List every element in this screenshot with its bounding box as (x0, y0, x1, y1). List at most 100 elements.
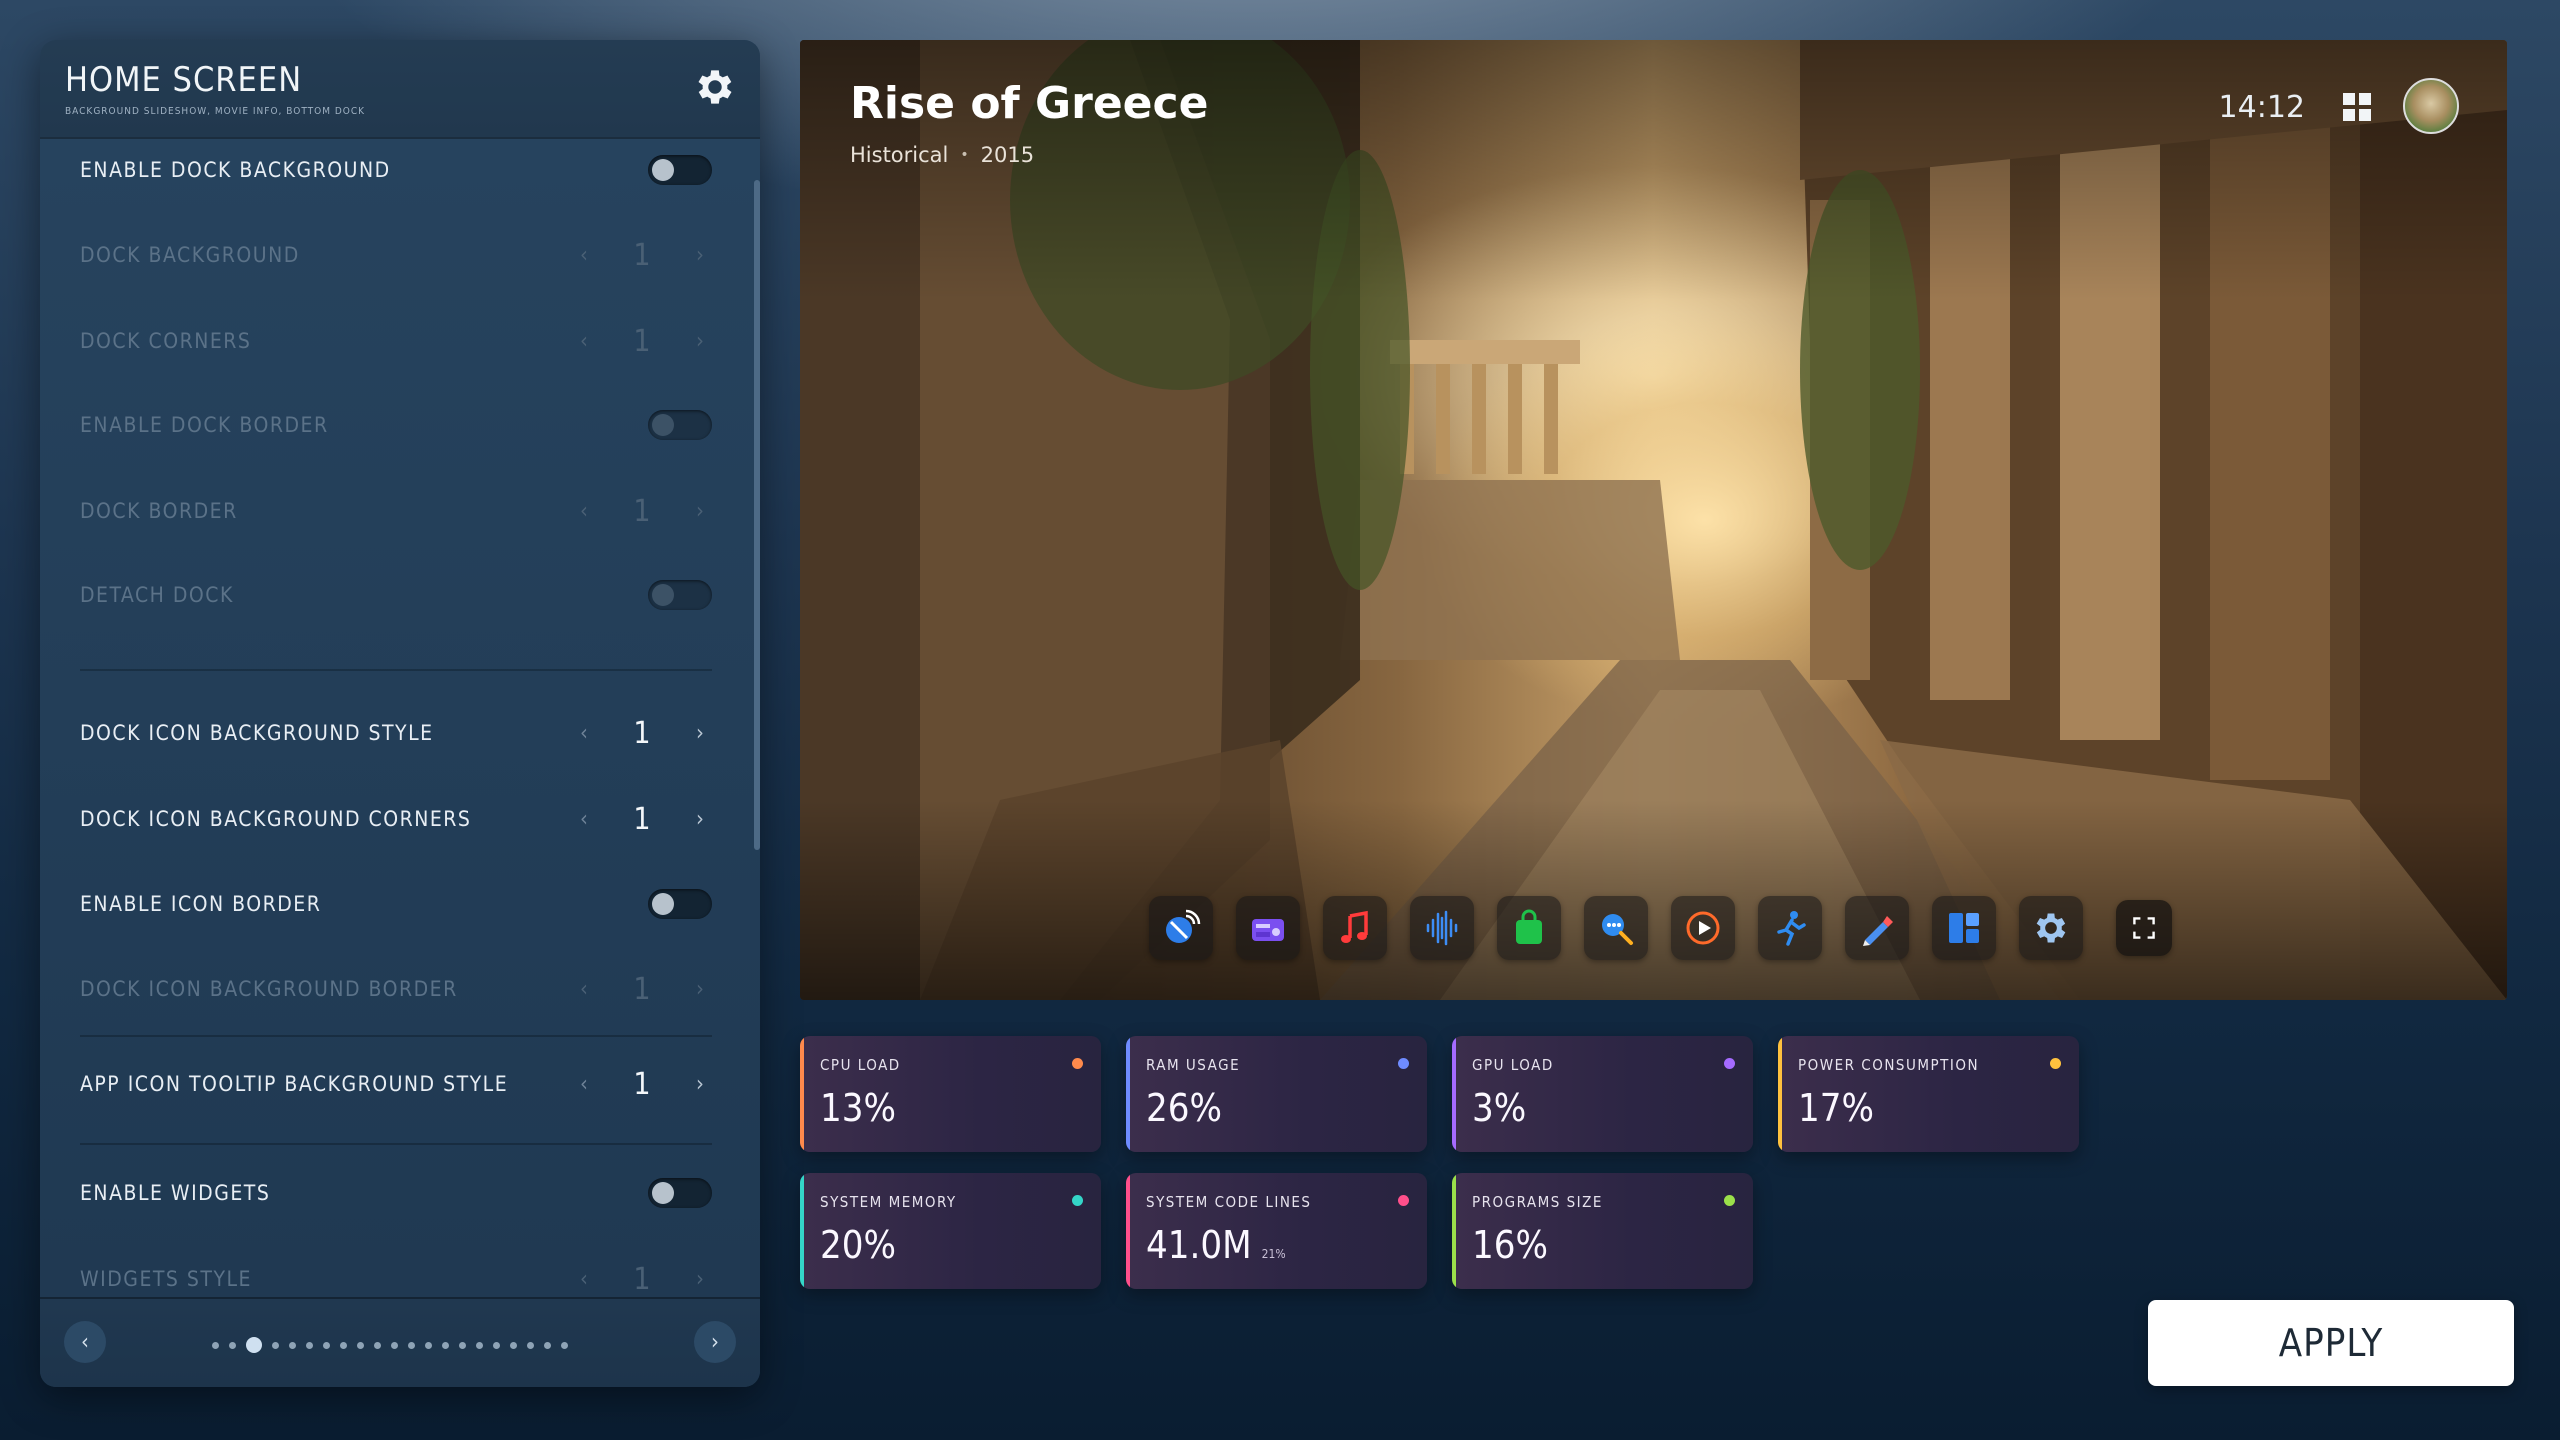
setting-enable-dock-background[interactable]: ENABLE DOCK BACKGROUND (80, 140, 712, 200)
scrollbar[interactable] (754, 180, 760, 850)
page-dot[interactable] (306, 1341, 313, 1349)
divider (80, 669, 712, 671)
page-dot-active[interactable] (246, 1337, 262, 1353)
toggle-knob (652, 159, 674, 181)
chevron-left-icon[interactable]: ‹ (572, 1072, 596, 1097)
setting-dock-background: DOCK BACKGROUND ‹ 1 › (80, 225, 712, 285)
pen-icon[interactable] (1845, 896, 1909, 960)
page-dot[interactable] (510, 1341, 517, 1349)
chevron-right-icon[interactable]: › (688, 1072, 712, 1097)
radio-icon[interactable] (1236, 896, 1300, 960)
toggle-switch[interactable] (648, 1178, 712, 1208)
shopping-bag-icon[interactable] (1497, 896, 1561, 960)
avatar[interactable] (2403, 78, 2459, 134)
status-dot (1072, 1195, 1083, 1206)
page-dot[interactable] (476, 1341, 483, 1349)
page-dot[interactable] (357, 1341, 364, 1349)
search-icon[interactable] (1584, 896, 1648, 960)
page-dot[interactable] (374, 1341, 381, 1349)
toggle-switch (648, 410, 712, 440)
setting-enable-icon-border[interactable]: ENABLE ICON BORDER (80, 874, 712, 934)
gear-icon[interactable] (692, 64, 738, 110)
page-dot[interactable] (289, 1341, 296, 1349)
music-note-icon[interactable] (1323, 896, 1387, 960)
setting-detach-dock: DETACH DOCK (80, 565, 712, 625)
stepper-value: 1 (633, 715, 651, 751)
chevron-right-icon[interactable]: › (688, 807, 712, 832)
chevron-right-icon[interactable]: › (694, 1321, 736, 1363)
audio-wave-icon[interactable] (1410, 896, 1474, 960)
setting-label: APP ICON TOOLTIP BACKGROUND STYLE (80, 1072, 509, 1096)
card-accent (1126, 1173, 1130, 1289)
toggle-switch[interactable] (648, 155, 712, 185)
settings-list: ENABLE DOCK BACKGROUND DOCK BACKGROUND ‹… (40, 139, 752, 1337)
fullscreen-icon[interactable] (2116, 900, 2172, 956)
page-dot[interactable] (323, 1341, 330, 1349)
movie-meta: Historical • 2015 (850, 143, 1034, 167)
value-stepper: ‹ 1 › (572, 494, 712, 529)
card-accent (1778, 1036, 1782, 1152)
page-dot[interactable] (408, 1341, 415, 1349)
chevron-left-icon: ‹ (580, 242, 588, 268)
stat-card-ram-usage: RAM USAGE 26% (1126, 1036, 1427, 1152)
stat-value: 26% (1146, 1086, 1222, 1130)
status-dot (1072, 1058, 1083, 1069)
page-dot[interactable] (544, 1341, 551, 1349)
setting-dock-icon-background-corners[interactable]: DOCK ICON BACKGROUND CORNERS ‹ 1 › (80, 789, 712, 849)
page-dot[interactable] (527, 1341, 534, 1349)
page-dot[interactable] (459, 1341, 466, 1349)
setting-label: DOCK BORDER (80, 499, 238, 523)
play-icon[interactable] (1671, 896, 1735, 960)
page-dot[interactable] (340, 1341, 347, 1349)
value-stepper[interactable]: ‹ 1 › (572, 716, 712, 751)
settings-pager: ‹ › (40, 1297, 760, 1387)
page-dot[interactable] (442, 1341, 449, 1349)
setting-dock-icon-background-style[interactable]: DOCK ICON BACKGROUND STYLE ‹ 1 › (80, 703, 712, 763)
settings-subtitle: BACKGROUND SLIDESHOW, MOVIE INFO, BOTTOM… (65, 106, 366, 117)
clock: 14:12 (2218, 90, 2305, 125)
setting-label: DOCK ICON BACKGROUND CORNERS (80, 807, 472, 831)
settings-panel: HOME SCREEN BACKGROUND SLIDESHOW, MOVIE … (40, 40, 760, 1387)
movie-genre: Historical (850, 143, 949, 167)
page-dot[interactable] (229, 1341, 236, 1349)
setting-label: DOCK ICON BACKGROUND BORDER (80, 977, 458, 1001)
value-stepper[interactable]: ‹ 1 › (572, 1067, 712, 1102)
setting-label: DOCK ICON BACKGROUND STYLE (80, 721, 434, 745)
apply-button[interactable]: APPLY (2148, 1300, 2514, 1386)
chevron-left-icon[interactable]: ‹ (572, 807, 596, 832)
chevron-right-icon: › (696, 1266, 704, 1292)
chevron-left-icon: ‹ (580, 328, 588, 354)
chevron-left-icon: ‹ (580, 498, 588, 524)
dashboard-icon[interactable] (1932, 896, 1996, 960)
chevron-left-icon[interactable]: ‹ (64, 1321, 106, 1363)
page-dot[interactable] (493, 1341, 500, 1349)
stepper-value: 1 (633, 493, 651, 529)
status-dot (1724, 1195, 1735, 1206)
chevron-right-icon: › (696, 498, 704, 524)
satellite-dish-icon[interactable] (1149, 896, 1213, 960)
stepper-value: 1 (633, 801, 651, 837)
page-dot[interactable] (425, 1341, 432, 1349)
page-dot[interactable] (391, 1341, 398, 1349)
gear-icon[interactable] (2019, 896, 2083, 960)
stat-card-system-code-lines: SYSTEM CODE LINES 41.0M 21% (1126, 1173, 1427, 1289)
chevron-left-icon[interactable]: ‹ (572, 721, 596, 746)
stat-card-power-consumption: POWER CONSUMPTION 17% (1778, 1036, 2079, 1152)
grid-icon[interactable] (2342, 92, 2372, 122)
page-dot[interactable] (212, 1341, 219, 1349)
setting-enable-widgets[interactable]: ENABLE WIDGETS (80, 1163, 712, 1223)
stat-value: 16% (1472, 1223, 1548, 1267)
page-dot[interactable] (272, 1341, 279, 1349)
value-stepper[interactable]: ‹ 1 › (572, 802, 712, 837)
setting-label: DOCK BACKGROUND (80, 243, 300, 267)
setting-enable-dock-border: ENABLE DOCK BORDER (80, 395, 712, 455)
status-dot (1398, 1058, 1409, 1069)
setting-app-icon-tooltip-background-style[interactable]: APP ICON TOOLTIP BACKGROUND STYLE ‹ 1 › (80, 1054, 712, 1114)
running-figure-icon[interactable] (1758, 896, 1822, 960)
chevron-right-icon[interactable]: › (688, 721, 712, 746)
stat-label: GPU LOAD (1472, 1056, 1554, 1074)
chevron-left-icon: ‹ (580, 1266, 588, 1292)
toggle-switch[interactable] (648, 889, 712, 919)
chevron-right-icon: › (696, 328, 704, 354)
page-dot[interactable] (561, 1341, 568, 1349)
